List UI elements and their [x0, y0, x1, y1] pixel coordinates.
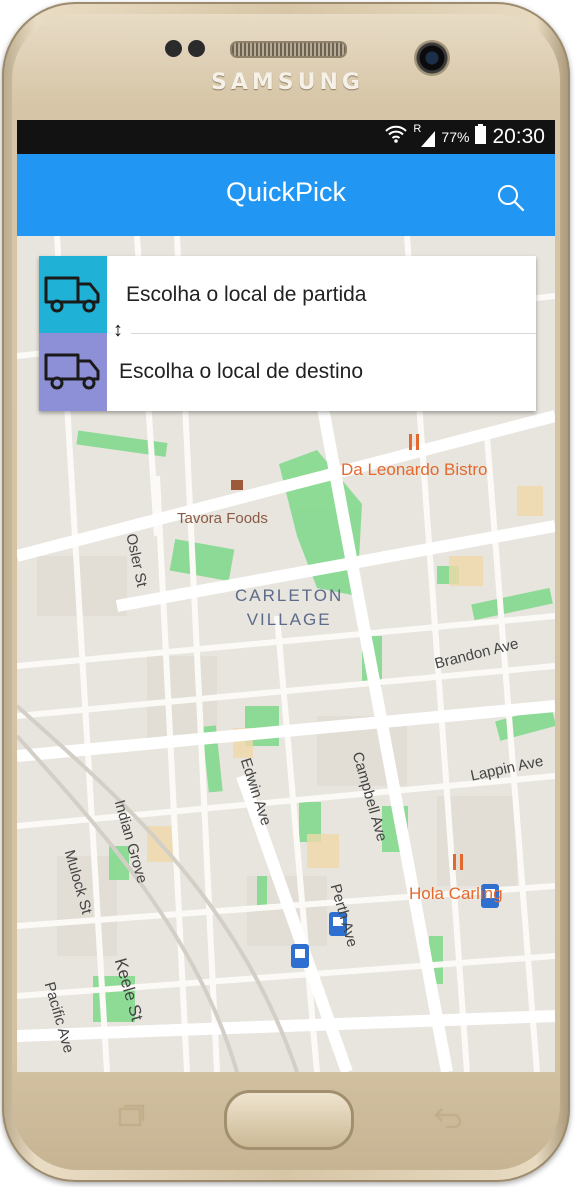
clock: 20:30: [492, 125, 545, 148]
recents-icon[interactable]: [112, 1103, 148, 1129]
wifi-icon: [385, 125, 408, 149]
poi-label[interactable]: Hola Carling: [409, 884, 503, 904]
destination-field[interactable]: Escolha o local de destino: [119, 360, 363, 384]
earpiece-speaker: [230, 41, 347, 58]
signal-icon: R: [413, 123, 436, 147]
poi-label[interactable]: Da Leonardo Bistro: [341, 460, 487, 480]
status-bar: R 77% 20:30: [17, 120, 555, 154]
poi-label[interactable]: Tavora Foods: [177, 510, 268, 527]
origin-truck-tile[interactable]: [39, 256, 107, 334]
route-card: Escolha o local de partida ↕ Escolha o l…: [39, 256, 536, 411]
screen: R 77% 20:30 QuickPick Da Leonardo Bistro…: [17, 120, 555, 1072]
search-icon[interactable]: [493, 180, 529, 216]
swap-icon[interactable]: ↕: [113, 320, 123, 340]
back-icon[interactable]: [428, 1103, 464, 1129]
truck-icon: [44, 353, 100, 390]
destination-truck-tile[interactable]: [39, 333, 107, 411]
battery-icon: [475, 124, 487, 150]
area-label-line: CARLETON: [235, 586, 344, 605]
sensor-dots: [165, 40, 205, 57]
home-button[interactable]: [224, 1090, 354, 1150]
battery-percent: 77%: [441, 129, 470, 145]
area-label: CARLETON VILLAGE: [235, 584, 343, 632]
app-title: QuickPick: [225, 177, 347, 207]
device-brand: SAMSUNG: [211, 70, 364, 95]
divider: [131, 333, 536, 334]
origin-field[interactable]: Escolha o local de partida: [126, 283, 367, 307]
app-bar: QuickPick: [17, 154, 555, 236]
area-label-line: VILLAGE: [246, 610, 332, 629]
truck-icon: [44, 276, 100, 313]
